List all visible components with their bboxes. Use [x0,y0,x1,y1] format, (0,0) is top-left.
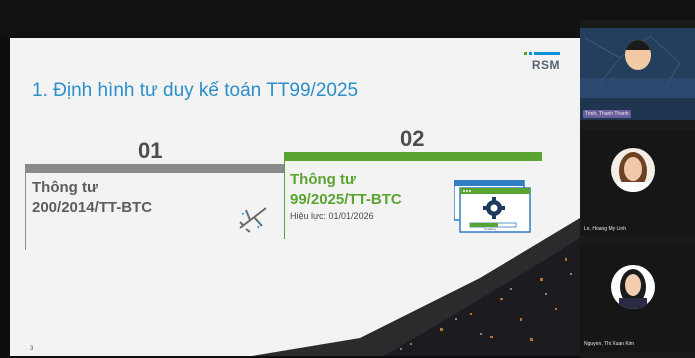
step-number-01: 01 [138,138,163,163]
presentation-slide: RSM 1. Định hình tư duy kế toán TT99/202… [10,38,580,356]
gray-timeline-bar [25,164,285,173]
new-circular-line2: 99/2025/TT-BTC [290,191,402,208]
old-circular-line1: Thông tư [32,179,98,196]
rsm-logo-text: RSM [531,58,560,72]
participant-tile-1[interactable]: Trinh, Thanh Thanh [580,28,695,120]
slide-page-number: 3 [30,346,34,352]
participant-name-2: Le, Hoang My Linh [584,226,626,232]
city-skyline-image [252,218,580,356]
participant-name-1: Trinh, Thanh Thanh [583,110,631,118]
participant-name-3: Nguyen, Thi Xuan Kim [584,341,634,347]
participant-tile-3[interactable]: Nguyen, Thi Xuan Kim [580,245,695,353]
green-timeline-bar [284,152,542,161]
slide-title: 1. Định hình tư duy kế toán TT99/2025 [32,80,359,101]
new-circular-line1: Thông tư [290,171,356,188]
gray-divider [25,173,26,250]
new-circular-title: Thông tư 99/2025/TT-BTC [290,170,402,210]
old-circular-title: Thông tư 200/2014/TT-BTC [32,178,152,218]
participant-avatar-3 [611,265,655,309]
participant-tile-2[interactable]: Le, Hoang My Linh [580,130,695,235]
rsm-logo: RSM [524,52,560,72]
participant-avatar-1 [625,40,651,70]
step-number-02: 02 [400,126,425,151]
old-circular-line2: 200/2014/TT-BTC [32,199,153,216]
participant-avatar-2 [611,148,655,192]
